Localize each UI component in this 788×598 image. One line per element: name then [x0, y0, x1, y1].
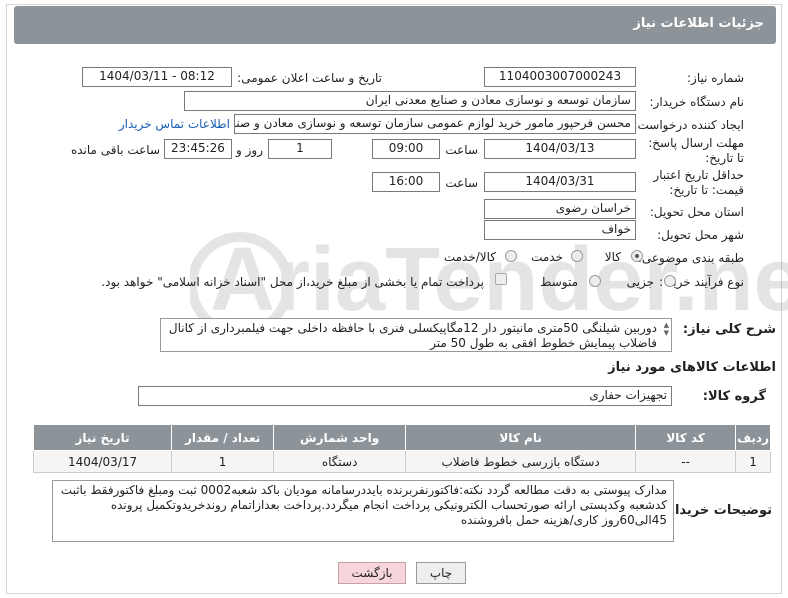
goods-group-label: گروه کالا:	[702, 389, 766, 404]
days-field[interactable]: 1	[268, 139, 332, 159]
creator-label: ایجاد کننده درخواست:	[633, 118, 744, 132]
validity-time-word: ساعت	[445, 176, 478, 190]
process-option-minor: جزیی	[626, 275, 654, 289]
description-label: شرح کلی نیاز:	[682, 322, 776, 337]
notes-box: مدارک پیوستی به دقت مطالعه گردد نکته:فاک…	[52, 480, 674, 542]
creator-field[interactable]: محسن فرحپور مامور خرید لوازم عمومی سازما…	[234, 114, 636, 134]
col-date: تاریخ نیاز	[32, 424, 173, 451]
process-note: پرداخت تمام یا بخشی از مبلغ خرید،از محل …	[101, 275, 484, 289]
treasury-checkbox[interactable]	[495, 273, 507, 285]
notes-label: توضیحات خریدار:	[662, 503, 772, 518]
contact-buyer-link[interactable]: اطلاعات تماس خریدار	[119, 117, 230, 131]
category-option-goods: کالا	[604, 250, 621, 264]
validity-label: حداقل تاریخ اعتبار قیمت: تا تاریخ:	[653, 168, 744, 197]
deadline-label: مهلت ارسال پاسخ: تا تاریخ:	[648, 136, 744, 165]
col-name: نام کالا	[405, 424, 637, 451]
description-text: دوربین شیلنگی 50متری مانیتور دار 12مگاپی…	[168, 321, 657, 350]
table-row: 1 -- دستگاه بازرسی خطوط فاضلاب دستگاه 1 …	[32, 450, 771, 473]
cell-unit: دستگاه	[273, 450, 407, 473]
col-qty: تعداد / مقدار	[171, 424, 275, 451]
process-option-medium: متوسط	[540, 275, 578, 289]
goods-table-header: ردیف کد کالا نام کالا واحد شمارش تعداد /…	[32, 424, 771, 451]
city-field[interactable]: خواف	[484, 220, 636, 240]
goods-table: ردیف کد کالا نام کالا واحد شمارش تعداد /…	[32, 424, 771, 473]
days-word: روز و	[236, 143, 263, 157]
deadline-date-field[interactable]: 1404/03/13	[484, 139, 636, 159]
process-radio-medium[interactable]	[589, 275, 601, 287]
need-number-field[interactable]: 1104003007000243	[484, 67, 636, 87]
announce-field[interactable]: 1404/03/11 - 08:12	[82, 67, 232, 87]
category-option-goods-service: کالا/خدمت	[443, 250, 496, 264]
category-label: طبقه بندی موضوعی:	[637, 251, 744, 265]
category-option-service: خدمت	[531, 250, 563, 264]
goods-section-title: اطلاعات کالاهای مورد نیاز	[608, 360, 776, 375]
buyer-org-field[interactable]: سازمان توسعه و نوسازی معادن و صنایع معدن…	[184, 91, 636, 111]
goods-group-field[interactable]: تجهیزات حفاری	[138, 386, 672, 406]
process-radio-minor[interactable]	[664, 275, 676, 287]
need-number-label: شماره نیاز:	[687, 71, 744, 85]
category-radio-goods-service[interactable]	[505, 250, 517, 262]
col-unit: واحد شمارش	[273, 424, 407, 451]
col-code: کد کالا	[635, 424, 737, 451]
category-radio-service[interactable]	[571, 250, 583, 262]
province-field[interactable]: خراسان رضوی	[484, 199, 636, 219]
city-label: شهر محل تحویل:	[657, 228, 744, 242]
cell-row: 1	[735, 450, 771, 473]
col-row: ردیف	[735, 424, 771, 451]
deadline-time-field[interactable]: 09:00	[372, 139, 440, 159]
buyer-org-label: نام دستگاه خریدار:	[649, 95, 745, 109]
announce-label: تاریخ و ساعت اعلان عمومی:	[237, 71, 382, 85]
province-label: استان محل تحویل:	[649, 205, 744, 219]
page-header: جزئیات اطلاعات نیاز	[14, 6, 776, 44]
validity-time-field[interactable]: 16:00	[372, 172, 440, 192]
remaining-time-field[interactable]: 23:45:26	[164, 139, 232, 159]
back-button[interactable]: بازگشت	[338, 562, 406, 584]
cell-date: 1404/03/17	[32, 450, 173, 473]
scroll-arrows-icon[interactable]: ▲ ▼	[661, 321, 669, 337]
category-radio-goods[interactable]	[631, 250, 643, 262]
cell-name: دستگاه بازرسی خطوط فاضلاب	[405, 450, 637, 473]
description-textarea[interactable]: دوربین شیلنگی 50متری مانیتور دار 12مگاپی…	[160, 318, 672, 352]
deadline-time-word: ساعت	[445, 143, 478, 157]
cell-qty: 1	[171, 450, 275, 473]
remaining-word: ساعت باقی مانده	[70, 143, 160, 157]
validity-date-field[interactable]: 1404/03/31	[484, 172, 636, 192]
cell-code: --	[635, 450, 737, 473]
print-button[interactable]: چاپ	[416, 562, 466, 584]
